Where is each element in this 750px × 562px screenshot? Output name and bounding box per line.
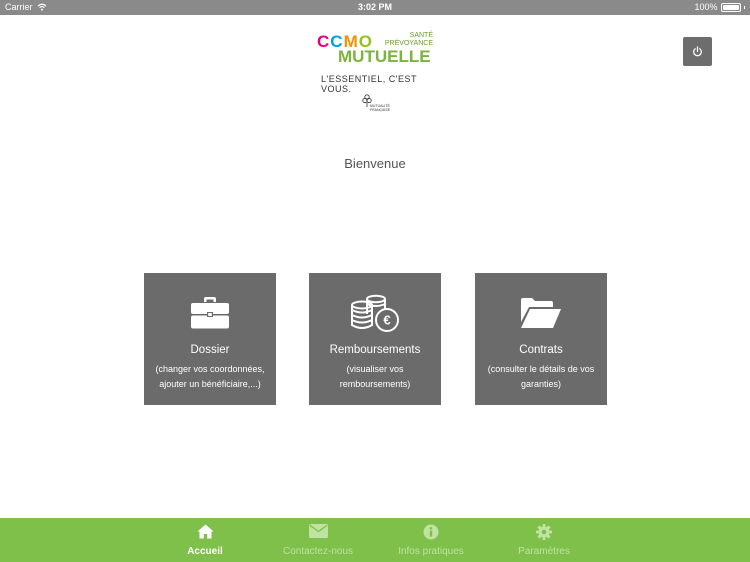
tile-remboursements-title: Remboursements [329, 344, 421, 356]
tile-remboursements-icon-wrap: € [309, 294, 441, 332]
tile-contrats[interactable]: Contrats (consulter le détails de vos ga… [475, 273, 607, 405]
tile-contrats-icon-wrap [475, 295, 607, 331]
tab-parametres[interactable]: Paramètres [499, 518, 589, 562]
tile-remboursements[interactable]: € Remboursements (visualiser vos rembour… [309, 273, 441, 405]
tile-dossier-description: (changer vos coordonnées, ajouter un bén… [155, 364, 265, 389]
tile-dossier-icon-wrap [144, 295, 276, 331]
tile-contrats-description: (consulter le détails de vos garanties) [487, 364, 595, 389]
tab-accueil-icon-wrap [160, 524, 250, 540]
partner-line-2: FRANÇAISE [370, 108, 391, 112]
tab-accueil[interactable]: Accueil [160, 518, 250, 562]
logo-letter: C [317, 32, 331, 51]
briefcase-icon [191, 297, 229, 329]
battery-percent: 100% [694, 2, 718, 12]
svg-text:€: € [383, 313, 390, 328]
mutualite-francaise-label: MUTUALITÉ FRANÇAISE [370, 104, 390, 112]
logo-mutuelle: MUTUELLE [338, 47, 431, 66]
power-icon [693, 46, 702, 57]
battery-icon [720, 2, 741, 12]
clock: 3:02 PM [357, 2, 392, 12]
tile-dossier[interactable]: Dossier (changer vos coordonnées, ajoute… [144, 273, 276, 405]
bottom-tab-bar: Accueil Contactez-nous Infos pratiques P… [0, 518, 750, 562]
tab-contactez-nous[interactable]: Contactez-nous [273, 518, 363, 562]
logo-tagline: L'ESSENTIEL, C'EST VOUS. [321, 74, 417, 94]
tab-contactez-nous-label: Contactez-nous [282, 546, 354, 557]
envelope-icon [308, 524, 328, 538]
tile-dossier-title: Dossier [190, 344, 230, 356]
tile-contrats-title: Contrats [519, 344, 563, 356]
status-bar: Carrier 3:02 PM 100% [0, 0, 750, 15]
info-icon [423, 524, 439, 540]
tile-remboursements-description: (visualiser vos remboursements) [339, 364, 411, 389]
gear-icon [536, 524, 552, 540]
battery-level [722, 4, 739, 10]
tab-parametres-icon-wrap [499, 524, 589, 540]
tab-infos-pratiques-label: Infos pratiques [398, 546, 464, 557]
tab-infos-pratiques[interactable]: Infos pratiques [386, 518, 476, 562]
folder-open-icon [521, 298, 561, 328]
coins-euro-icon: € [351, 294, 399, 332]
battery-group: 100% [694, 2, 745, 12]
welcome-heading: Bienvenue [344, 156, 406, 171]
tab-accueil-label: Accueil [187, 546, 223, 557]
tab-contact-icon-wrap [273, 524, 363, 540]
logout-button[interactable] [683, 37, 712, 66]
brand-logo: CCMO SANTÉ PRÉVOYANCE MUTUELLE L'ESSENTI… [316, 28, 436, 114]
logo-subtitle: SANTÉ PRÉVOYANCE [385, 32, 433, 48]
battery-tip [743, 5, 745, 9]
home-icon [197, 524, 213, 539]
tab-infos-icon-wrap [386, 524, 476, 540]
logo-sante: SANTÉ [409, 32, 433, 39]
tab-parametres-label: Paramètres [518, 546, 570, 557]
